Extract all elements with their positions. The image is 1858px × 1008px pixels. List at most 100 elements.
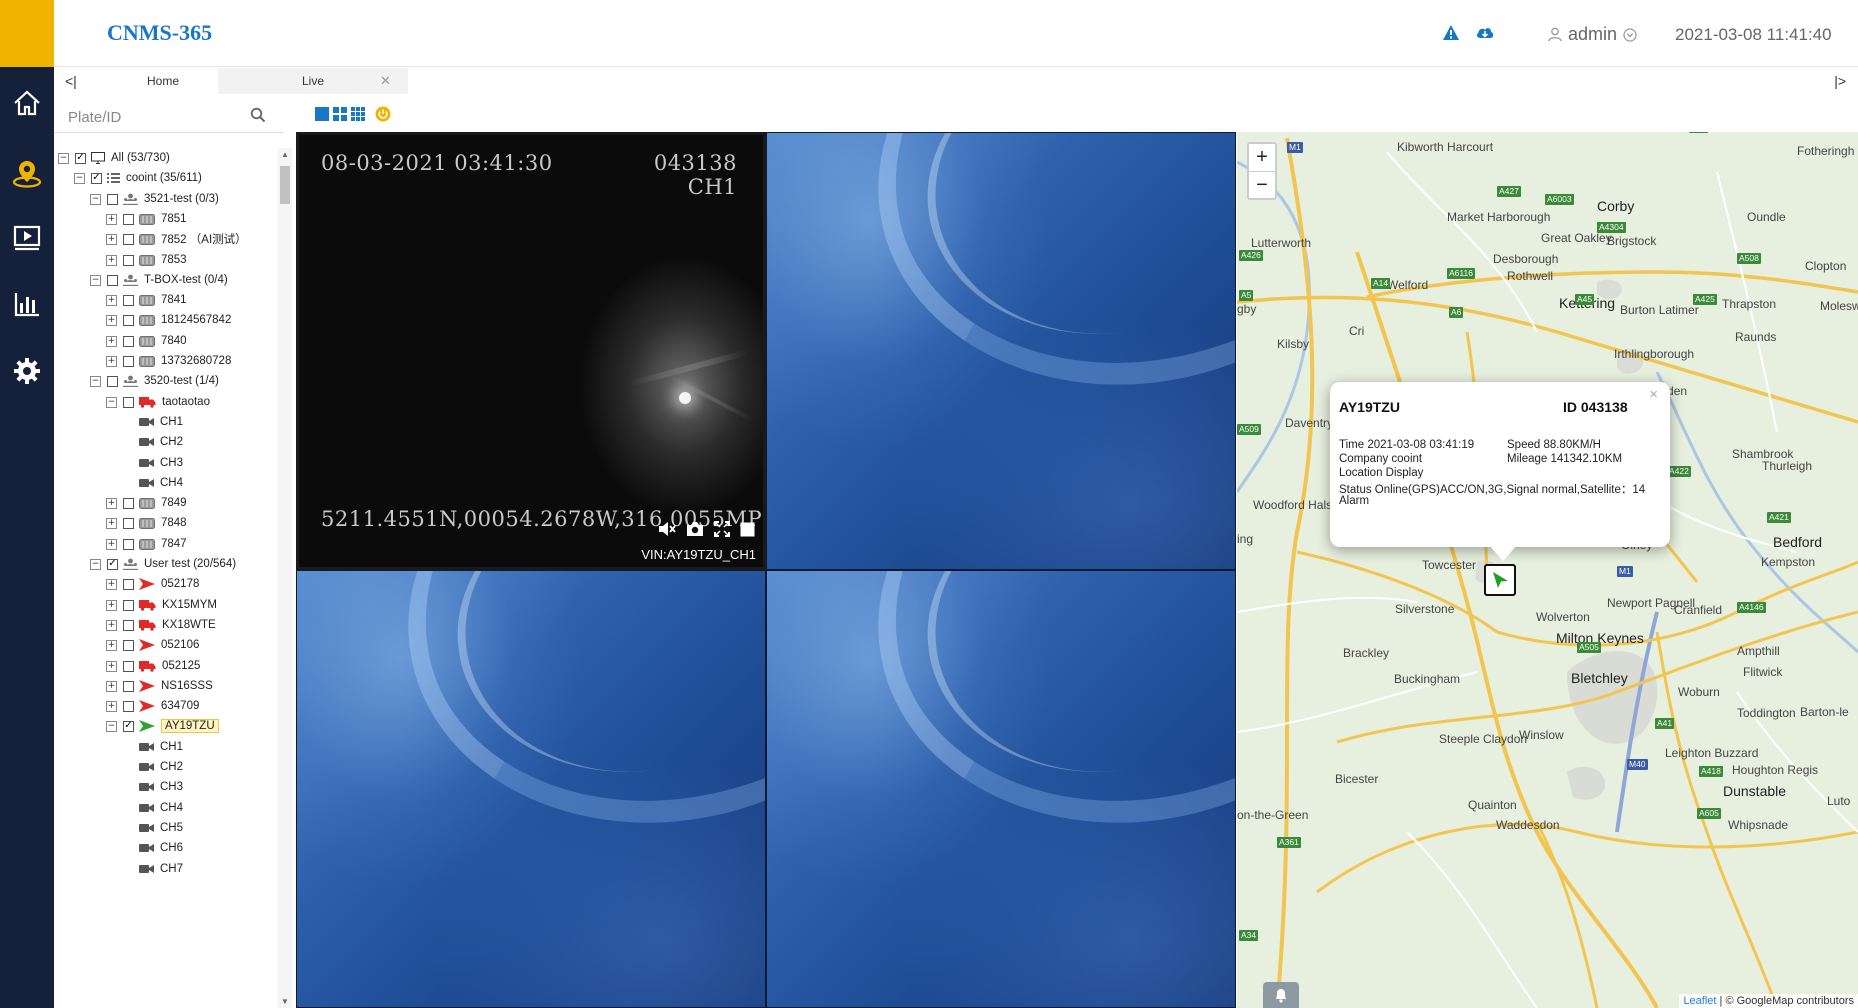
tree-row[interactable]: +18124567842 xyxy=(106,310,231,330)
tab-close-icon[interactable]: ✕ xyxy=(380,73,391,89)
tree-row[interactable]: CH1 xyxy=(139,412,183,432)
tree-checkbox[interactable] xyxy=(123,517,134,529)
settings-gear-icon[interactable] xyxy=(9,353,45,389)
tree-checkbox[interactable] xyxy=(107,193,118,205)
playback-icon[interactable] xyxy=(9,219,45,255)
tree-row[interactable]: − 3520-test (1/4) xyxy=(90,371,219,391)
tree-checkbox[interactable] xyxy=(123,639,134,651)
tabs-scroll-left-icon[interactable]: <| xyxy=(65,73,77,89)
tree-row[interactable]: +7847 xyxy=(106,534,187,554)
expand-toggle-icon[interactable]: + xyxy=(106,335,117,347)
expand-toggle-icon[interactable]: + xyxy=(106,294,117,306)
tree-checkbox[interactable] xyxy=(123,538,134,550)
expand-toggle-icon[interactable]: + xyxy=(106,680,117,692)
expand-toggle-icon[interactable]: + xyxy=(106,517,117,529)
power-icon[interactable] xyxy=(375,106,391,122)
location-icon[interactable] xyxy=(9,155,45,191)
tree-row[interactable]: − ✓ cooint (35/611) xyxy=(74,168,202,188)
expand-toggle-icon[interactable]: + xyxy=(106,700,117,712)
fullscreen-icon[interactable] xyxy=(714,521,730,537)
tree-row[interactable]: + KX18WTE xyxy=(106,615,216,635)
expand-toggle-icon[interactable]: + xyxy=(106,619,117,631)
tree-checkbox[interactable] xyxy=(123,314,134,326)
tree-row[interactable]: +13732680728 xyxy=(106,351,231,371)
expand-toggle-icon[interactable]: + xyxy=(106,578,117,590)
expand-toggle-icon[interactable]: + xyxy=(106,314,117,326)
video-tile-3[interactable] xyxy=(296,570,766,1008)
tree-row[interactable]: +052106 xyxy=(106,635,199,655)
tree-row[interactable]: + NS16SSS xyxy=(106,676,213,696)
search-icon[interactable] xyxy=(250,107,266,123)
expand-toggle-icon[interactable]: + xyxy=(106,660,117,672)
layout-1x1-icon[interactable] xyxy=(315,107,329,121)
tree-checkbox[interactable] xyxy=(107,274,118,286)
scrollbar-thumb[interactable] xyxy=(280,166,290,204)
stop-icon[interactable] xyxy=(740,522,755,537)
home-icon[interactable] xyxy=(9,85,45,121)
tree-row[interactable]: CH6 xyxy=(139,838,183,858)
tree-row[interactable]: + KX15MYM xyxy=(106,595,217,615)
tree-row[interactable]: CH4 xyxy=(139,798,183,818)
tree-scrollbar[interactable]: ▲ ▼ xyxy=(278,148,292,1008)
collapse-toggle-icon[interactable]: − xyxy=(90,558,101,570)
tab-home[interactable]: Home xyxy=(90,68,236,94)
collapse-toggle-icon[interactable]: − xyxy=(90,274,101,286)
collapse-toggle-icon[interactable]: − xyxy=(58,152,69,164)
tree-row[interactable]: − ✓ All (53/730) xyxy=(58,148,170,168)
collapse-toggle-icon[interactable]: − xyxy=(90,375,101,387)
popup-close-button[interactable]: × xyxy=(1649,386,1658,403)
expand-toggle-icon[interactable]: + xyxy=(106,233,117,245)
tree-checkbox[interactable] xyxy=(107,375,118,387)
tree-checkbox[interactable] xyxy=(123,700,134,712)
reports-icon[interactable] xyxy=(9,286,45,322)
layout-2x2-icon[interactable] xyxy=(333,107,347,121)
notification-bell-icon[interactable] xyxy=(1263,982,1299,1008)
tree-row[interactable]: CH7 xyxy=(139,859,183,879)
layout-3x3-icon[interactable] xyxy=(351,107,365,121)
tree-checkbox[interactable]: ✓ xyxy=(123,720,134,732)
tree-row[interactable]: CH5 xyxy=(139,818,183,838)
tree-checkbox[interactable] xyxy=(123,578,134,590)
tree-checkbox[interactable] xyxy=(123,213,134,225)
tree-row[interactable]: +7848 xyxy=(106,513,187,533)
tree-checkbox[interactable] xyxy=(123,335,134,347)
expand-toggle-icon[interactable]: + xyxy=(106,355,117,367)
tree-row[interactable]: +052178 xyxy=(106,574,199,594)
scroll-down-icon[interactable]: ▼ xyxy=(281,997,289,1006)
tree-row[interactable]: CH3 xyxy=(139,777,183,797)
tree-row[interactable]: +7840 xyxy=(106,331,187,351)
tree-row[interactable]: − ✓ User test (20/564) xyxy=(90,554,236,574)
tree-row[interactable]: CH1 xyxy=(139,737,183,757)
tree-row[interactable]: +052125 xyxy=(106,656,200,676)
tree-checkbox[interactable]: ✓ xyxy=(107,558,118,570)
tree-checkbox[interactable] xyxy=(123,660,134,672)
vehicle-marker[interactable] xyxy=(1484,564,1516,596)
collapse-toggle-icon[interactable]: − xyxy=(106,720,117,732)
tree-checkbox[interactable]: ✓ xyxy=(75,152,86,164)
video-tile-2[interactable] xyxy=(766,132,1236,570)
tree-checkbox[interactable] xyxy=(123,355,134,367)
tree-row[interactable]: +7849 xyxy=(106,493,187,513)
tree-checkbox[interactable] xyxy=(123,294,134,306)
collapse-toggle-icon[interactable]: − xyxy=(90,193,101,205)
expand-toggle-icon[interactable]: + xyxy=(106,639,117,651)
zoom-out-button[interactable]: − xyxy=(1249,171,1275,198)
alarm-warning-icon[interactable] xyxy=(1442,24,1460,46)
cloud-download-icon[interactable] xyxy=(1475,24,1495,46)
snapshot-camera-icon[interactable] xyxy=(686,521,704,537)
tree-row[interactable]: CH4 xyxy=(139,473,183,493)
tree-row[interactable]: +7851 xyxy=(106,209,187,229)
expand-toggle-icon[interactable]: + xyxy=(106,213,117,225)
expand-toggle-icon[interactable]: + xyxy=(106,599,117,611)
tree-checkbox[interactable] xyxy=(123,254,134,266)
tree-row[interactable]: CH2 xyxy=(139,757,183,777)
tree-checkbox[interactable] xyxy=(123,619,134,631)
tree-row[interactable]: − T-BOX-test (0/4) xyxy=(90,270,228,290)
video-tile-ch1[interactable]: 08-03-2021 03:41:30 043138 CH1 5211.4551… xyxy=(296,132,766,570)
zoom-in-button[interactable]: + xyxy=(1249,144,1275,171)
tabs-scroll-right-icon[interactable]: |> xyxy=(1834,73,1846,89)
expand-toggle-icon[interactable]: + xyxy=(106,254,117,266)
tree-row[interactable]: +7853 xyxy=(106,250,187,270)
tree-row[interactable]: +7852 （AI测试） xyxy=(106,229,247,249)
tree-row[interactable]: +7841 xyxy=(106,290,187,310)
